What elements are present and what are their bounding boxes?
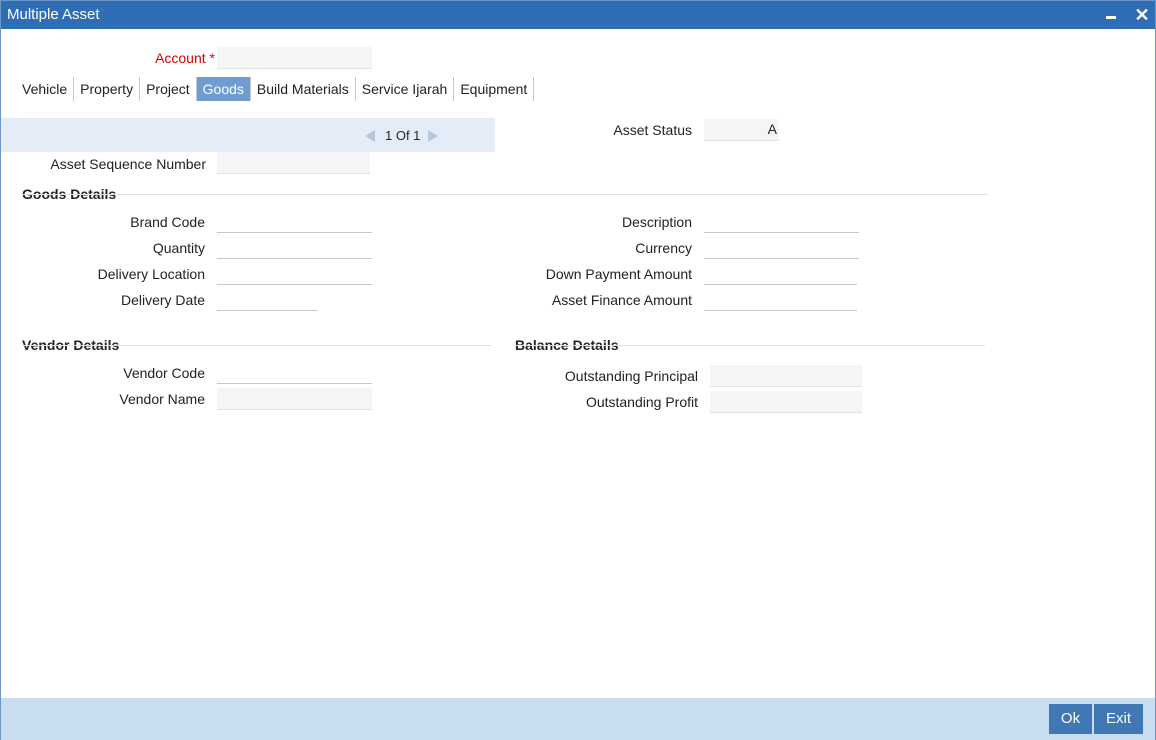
asset-status-field[interactable]: A bbox=[704, 119, 779, 141]
tab-equipment[interactable]: Equipment bbox=[454, 77, 535, 101]
account-field[interactable] bbox=[217, 47, 372, 69]
vendor-code-field[interactable] bbox=[217, 362, 372, 384]
tab-project[interactable]: Project bbox=[140, 77, 197, 101]
currency-label: Currency bbox=[635, 240, 692, 256]
asset-status-label: Asset Status bbox=[613, 122, 692, 138]
delivery-location-field[interactable] bbox=[217, 263, 372, 285]
outstanding-principal-label: Outstanding Principal bbox=[564, 368, 698, 384]
quantity-label: Quantity bbox=[152, 240, 205, 256]
tab-property[interactable]: Property bbox=[74, 77, 141, 101]
asset-finance-field[interactable] bbox=[704, 289, 857, 311]
vendor-name-label: Vendor Name bbox=[119, 391, 205, 407]
outstanding-profit-label: Outstanding Profit bbox=[585, 394, 698, 410]
brand-code-label: Brand Code bbox=[130, 214, 205, 230]
delivery-location-label: Delivery Location bbox=[97, 266, 205, 282]
outstanding-principal-field[interactable] bbox=[710, 365, 862, 387]
exit-button[interactable]: Exit bbox=[1094, 704, 1143, 734]
asset-sequence-label: Asset Sequence Number bbox=[50, 156, 206, 172]
delivery-date-label: Delivery Date bbox=[120, 292, 205, 308]
required-mark: * bbox=[209, 50, 215, 66]
down-payment-field[interactable] bbox=[704, 263, 857, 285]
brand-code-field[interactable] bbox=[217, 211, 372, 233]
down-payment-label: Down Payment Amount bbox=[545, 266, 692, 282]
footer-bar: Ok Exit bbox=[1, 698, 1155, 740]
tab-goods[interactable]: Goods bbox=[196, 77, 251, 101]
outstanding-profit-field[interactable] bbox=[710, 391, 862, 413]
ok-button[interactable]: Ok bbox=[1049, 704, 1092, 734]
currency-field[interactable] bbox=[704, 237, 859, 259]
tab-service-ijarah[interactable]: Service Ijarah bbox=[356, 77, 455, 101]
window-title: Multiple Asset bbox=[7, 6, 100, 23]
asset-sequence-field[interactable] bbox=[217, 152, 370, 174]
chevron-left-icon[interactable] bbox=[365, 130, 375, 142]
delivery-date-field[interactable] bbox=[217, 289, 318, 311]
vendor-details-divider bbox=[22, 345, 491, 346]
multiple-asset-window: Multiple Asset ✕ Account * Vehicle Prope… bbox=[0, 0, 1156, 740]
tab-bar: Vehicle Property Project Goods Build Mat… bbox=[16, 77, 535, 101]
minimize-icon[interactable] bbox=[1101, 5, 1121, 25]
close-icon[interactable]: ✕ bbox=[1132, 5, 1152, 25]
description-label: Description bbox=[621, 214, 692, 230]
asset-finance-label: Asset Finance Amount bbox=[551, 292, 692, 308]
quantity-field[interactable] bbox=[217, 237, 372, 259]
record-pager: 1 Of 1 bbox=[1, 118, 495, 152]
tab-vehicle[interactable]: Vehicle bbox=[16, 77, 75, 101]
account-label-wrap: Account * bbox=[101, 50, 215, 66]
title-bar: Multiple Asset ✕ bbox=[1, 1, 1155, 29]
description-field[interactable] bbox=[704, 211, 859, 233]
pager-text: 1 Of 1 bbox=[385, 128, 421, 143]
chevron-right-icon[interactable] bbox=[428, 130, 438, 142]
tab-build-materials[interactable]: Build Materials bbox=[251, 77, 356, 101]
balance-details-divider bbox=[515, 345, 985, 346]
account-label: Account bbox=[155, 50, 206, 66]
vendor-name-field[interactable] bbox=[217, 388, 372, 410]
vendor-code-label: Vendor Code bbox=[123, 365, 205, 381]
goods-details-divider bbox=[22, 194, 988, 195]
